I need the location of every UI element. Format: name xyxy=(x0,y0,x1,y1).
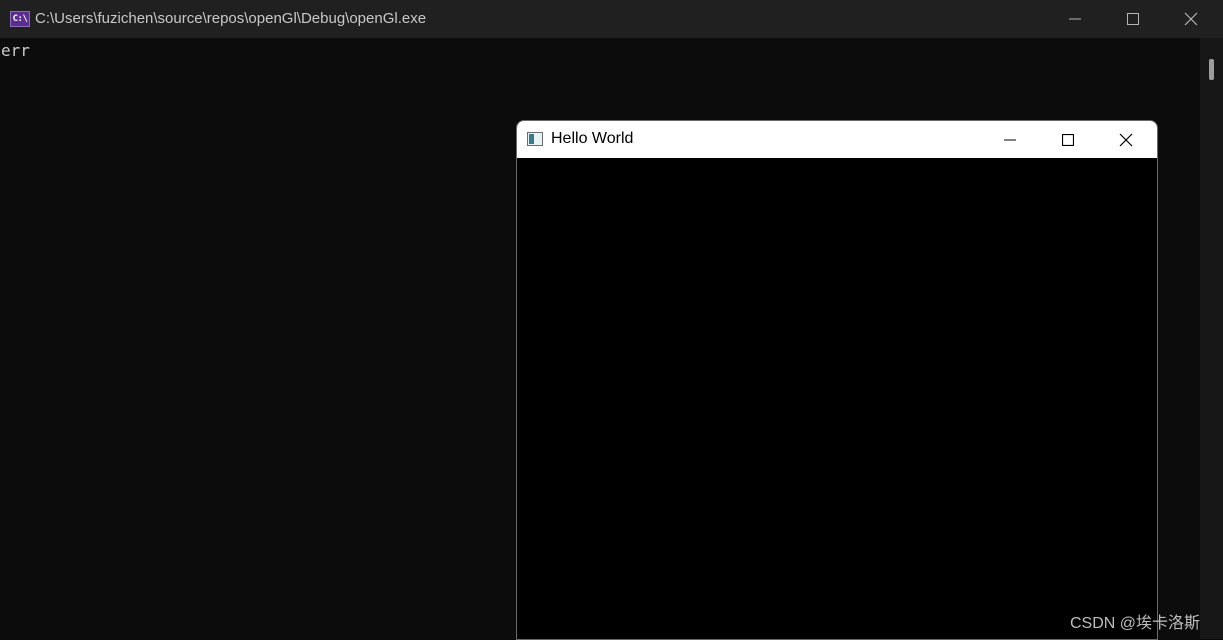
opengl-render-canvas[interactable] xyxy=(517,158,1157,639)
console-window-title: C:\Users\fuzichen\source\repos\openGl\De… xyxy=(35,10,427,27)
close-icon xyxy=(1184,12,1198,26)
maximize-icon xyxy=(1127,13,1139,25)
console-minimize-button[interactable] xyxy=(1046,0,1104,38)
close-icon xyxy=(1119,133,1133,146)
console-scrollbar[interactable] xyxy=(1200,38,1223,639)
console-maximize-button[interactable] xyxy=(1104,0,1162,38)
minimize-icon xyxy=(1004,139,1016,140)
console-titlebar[interactable]: C:\ C:\Users\fuzichen\source\repos\openG… xyxy=(0,0,1223,38)
console-output-text: err xyxy=(1,41,30,60)
opengl-window: Hello World xyxy=(516,120,1158,640)
window-app-icon xyxy=(527,132,543,146)
opengl-maximize-button[interactable] xyxy=(1039,121,1097,158)
minimize-icon xyxy=(1069,18,1081,20)
opengl-window-title: Hello World xyxy=(551,130,634,147)
watermark-text: CSDN @埃卡洛斯 xyxy=(1070,615,1201,632)
console-app-icon: C:\ xyxy=(10,11,30,27)
opengl-minimize-button[interactable] xyxy=(981,121,1039,158)
opengl-titlebar[interactable]: Hello World xyxy=(517,121,1157,158)
console-scrollbar-thumb[interactable] xyxy=(1209,59,1214,80)
console-close-button[interactable] xyxy=(1162,0,1220,38)
opengl-close-button[interactable] xyxy=(1097,121,1155,158)
maximize-icon xyxy=(1062,133,1074,146)
